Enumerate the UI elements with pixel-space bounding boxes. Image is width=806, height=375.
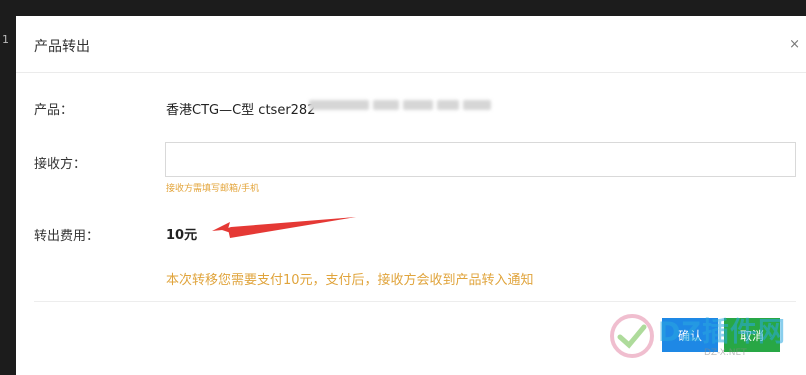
watermark-logo-icon [610,314,654,358]
watermark-subtext: DZ-X.NET [704,348,747,358]
transfer-dialog: 产品转出 × 产品： 香港CTG—C型 ctser282 接收方： 接收方需填写… [16,16,806,375]
watermark: DZ插件网 DZ-X.NET [594,304,806,364]
watermark-text: DZ插件网 [658,317,786,348]
backdrop-page-text: 1 [2,33,9,46]
